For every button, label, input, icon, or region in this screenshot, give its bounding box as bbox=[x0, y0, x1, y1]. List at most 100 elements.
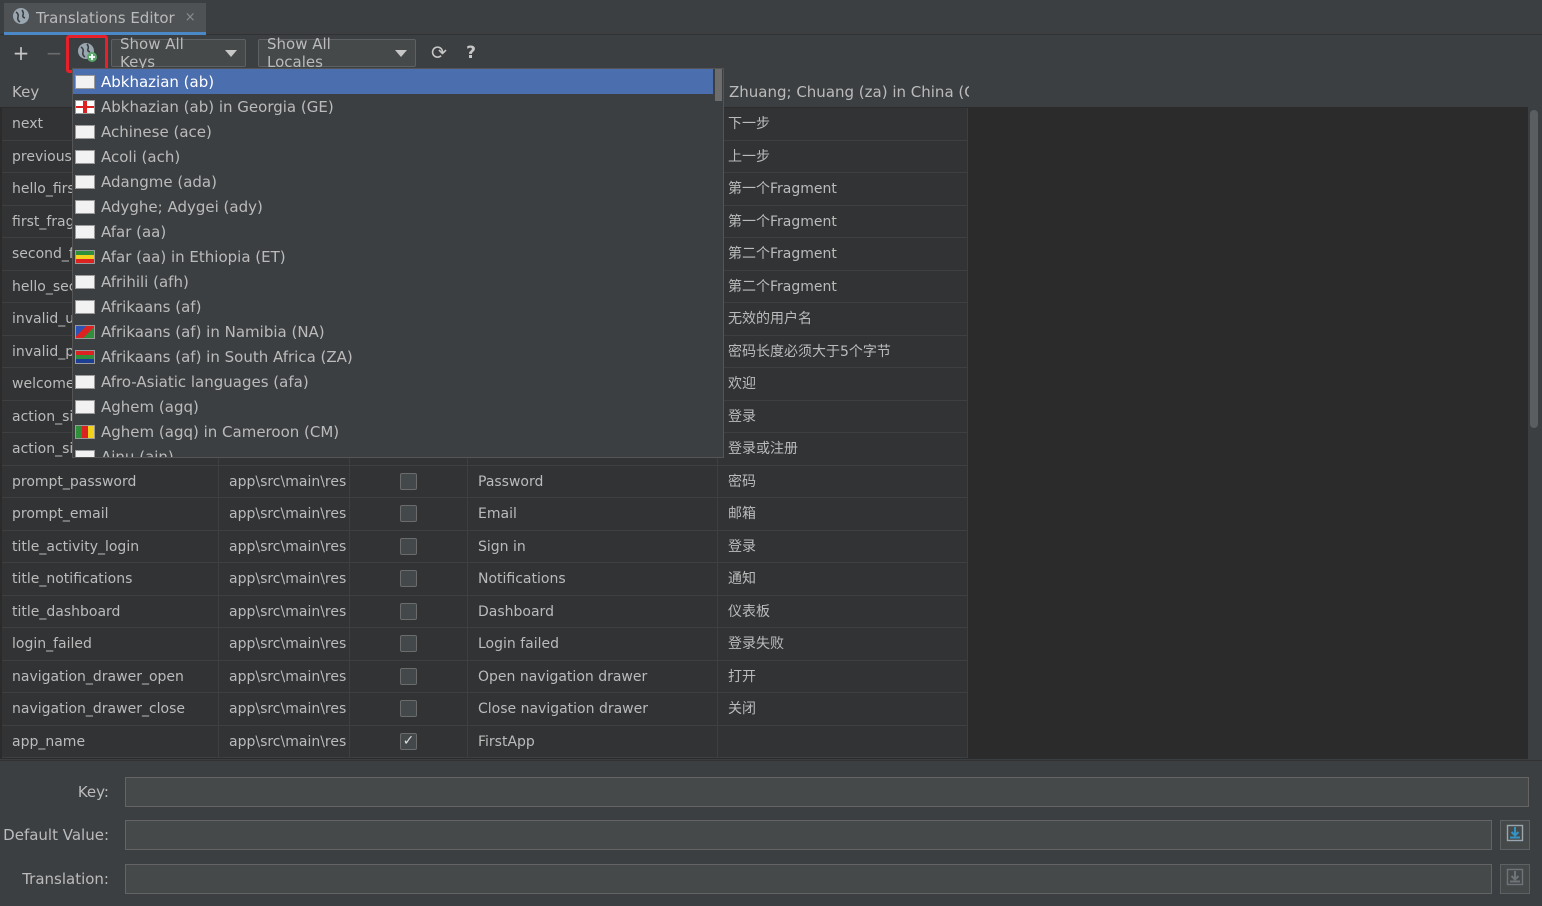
locale-option[interactable]: Afar (aa) bbox=[73, 219, 713, 244]
header-locale-za-cn[interactable]: Zhuang; Chuang (za) in China (C... bbox=[719, 76, 969, 108]
translation-cell[interactable]: 邮箱 bbox=[718, 498, 968, 531]
default-value-cell[interactable]: FirstApp bbox=[468, 725, 718, 758]
resource-cell[interactable]: app\src\main\res bbox=[219, 530, 350, 563]
translation-cell[interactable]: 第二个Fragment bbox=[718, 270, 968, 303]
resource-cell[interactable]: app\src\main\res bbox=[219, 465, 350, 498]
key-cell[interactable]: prompt_email bbox=[2, 498, 219, 531]
translation-cell[interactable]: 通知 bbox=[718, 563, 968, 596]
locale-option[interactable]: Adangme (ada) bbox=[73, 169, 713, 194]
translation-expand-button[interactable] bbox=[1500, 864, 1530, 894]
translation-cell[interactable]: 第一个Fragment bbox=[718, 173, 968, 206]
refresh-button[interactable]: ⟳ bbox=[427, 40, 451, 66]
remove-key-button[interactable]: − bbox=[42, 40, 66, 66]
resource-cell[interactable]: app\src\main\res bbox=[219, 563, 350, 596]
resource-cell[interactable]: app\src\main\res bbox=[219, 725, 350, 758]
table-row[interactable]: title_dashboard app\src\main\res Dashboard… bbox=[0, 595, 968, 628]
translation-cell[interactable]: 第一个Fragment bbox=[718, 205, 968, 238]
untranslatable-cell[interactable] bbox=[350, 563, 468, 596]
untranslatable-cell[interactable] bbox=[350, 530, 468, 563]
untranslatable-checkbox[interactable] bbox=[400, 635, 417, 652]
locale-option[interactable]: Abkhazian (ab) bbox=[73, 69, 713, 94]
locale-option[interactable]: Afrikaans (af) bbox=[73, 294, 713, 319]
translation-cell[interactable]: 登录失败 bbox=[718, 628, 968, 661]
table-scrollbar[interactable] bbox=[1528, 108, 1542, 760]
resource-cell[interactable]: app\src\main\res bbox=[219, 660, 350, 693]
key-field[interactable] bbox=[125, 777, 1529, 807]
untranslatable-cell[interactable] bbox=[350, 465, 468, 498]
locale-option[interactable]: Adyghe; Adygei (ady) bbox=[73, 194, 713, 219]
popup-scrollbar[interactable] bbox=[713, 69, 723, 457]
translation-cell[interactable]: 登录 bbox=[718, 530, 968, 563]
locale-option[interactable]: Afrikaans (af) in Namibia (NA) bbox=[73, 319, 713, 344]
untranslatable-checkbox[interactable] bbox=[400, 700, 417, 717]
translation-cell[interactable]: 关闭 bbox=[718, 693, 968, 726]
locales-filter-dropdown[interactable]: Show All Locales bbox=[258, 35, 416, 71]
translation-cell[interactable]: 仪表板 bbox=[718, 595, 968, 628]
untranslatable-cell[interactable] bbox=[350, 660, 468, 693]
key-cell[interactable]: app_name bbox=[2, 725, 219, 758]
table-row[interactable]: login_failed app\src\main\res Login failed… bbox=[0, 628, 968, 661]
locale-option[interactable]: Achinese (ace) bbox=[73, 119, 713, 144]
untranslatable-checkbox[interactable] bbox=[400, 667, 417, 685]
key-cell[interactable]: navigation_drawer_open bbox=[2, 660, 219, 693]
untranslatable-checkbox[interactable] bbox=[400, 602, 417, 620]
table-row[interactable]: navigation_drawer_close app\src\main\res C… bbox=[0, 693, 968, 726]
translation-cell[interactable]: 无效的用户名 bbox=[718, 303, 968, 336]
locale-option[interactable]: Aghem (agq) in Cameroon (CM) bbox=[73, 419, 713, 444]
translation-cell[interactable]: 上一步 bbox=[718, 140, 968, 173]
untranslatable-cell[interactable] bbox=[350, 595, 468, 628]
key-cell[interactable]: title_notifications bbox=[2, 563, 219, 596]
locale-option[interactable]: Afrikaans (af) in South Africa (ZA) bbox=[73, 344, 713, 369]
table-row[interactable]: prompt_email app\src\main\res Email 邮箱 bbox=[0, 498, 968, 531]
untranslatable-checkbox[interactable] bbox=[400, 505, 417, 522]
add-key-button[interactable]: + bbox=[9, 40, 33, 66]
tab-translations-editor[interactable]: Translations Editor × bbox=[4, 3, 206, 35]
translation-cell[interactable]: 登录或注册 bbox=[718, 433, 968, 466]
default-value-cell[interactable]: Close navigation drawer bbox=[468, 693, 718, 726]
table-row[interactable]: title_activity_login app\src\main\res Sign… bbox=[0, 530, 968, 563]
default-value-cell[interactable]: Email bbox=[468, 498, 718, 531]
scrollbar-thumb[interactable] bbox=[1530, 110, 1538, 428]
translation-cell[interactable]: 下一步 bbox=[718, 108, 968, 141]
untranslatable-checkbox[interactable] bbox=[400, 537, 417, 555]
table-row[interactable]: navigation_drawer_open app\src\main\res Op… bbox=[0, 660, 968, 693]
table-row[interactable]: app_name app\src\main\res ✓ FirstApp bbox=[0, 725, 968, 758]
untranslatable-cell[interactable] bbox=[350, 693, 468, 726]
untranslatable-checkbox[interactable] bbox=[400, 570, 417, 587]
resource-cell[interactable]: app\src\main\res bbox=[219, 693, 350, 726]
resource-cell[interactable]: app\src\main\res bbox=[219, 628, 350, 661]
close-icon[interactable]: × bbox=[185, 10, 196, 25]
untranslatable-checkbox[interactable] bbox=[400, 472, 417, 490]
locale-option[interactable]: Abkhazian (ab) in Georgia (GE) bbox=[73, 94, 713, 119]
key-cell[interactable]: prompt_password bbox=[2, 465, 219, 498]
key-cell[interactable]: title_activity_login bbox=[2, 530, 219, 563]
translation-field[interactable] bbox=[125, 864, 1492, 894]
locale-option[interactable]: Afar (aa) in Ethiopia (ET) bbox=[73, 244, 713, 269]
translation-cell[interactable] bbox=[718, 725, 968, 758]
untranslatable-cell[interactable]: ✓ bbox=[350, 725, 468, 758]
default-value-cell[interactable]: Notifications bbox=[468, 563, 718, 596]
locale-option[interactable]: Aghem (agq) bbox=[73, 394, 713, 419]
resource-cell[interactable]: app\src\main\res bbox=[219, 498, 350, 531]
default-value-cell[interactable]: Dashboard bbox=[468, 595, 718, 628]
table-row[interactable]: title_notifications app\src\main\res Notif… bbox=[0, 563, 968, 596]
translation-cell[interactable]: 登录 bbox=[718, 400, 968, 433]
default-value-cell[interactable]: Sign in bbox=[468, 530, 718, 563]
untranslatable-cell[interactable] bbox=[350, 628, 468, 661]
key-cell[interactable]: title_dashboard bbox=[2, 595, 219, 628]
translation-cell[interactable]: 欢迎 bbox=[718, 368, 968, 401]
default-value-field[interactable] bbox=[125, 820, 1492, 850]
locale-option[interactable]: Afro-Asiatic languages (afa) bbox=[73, 369, 713, 394]
translation-cell[interactable]: 密码长度必须大于5个字节 bbox=[718, 335, 968, 368]
translation-cell[interactable]: 第二个Fragment bbox=[718, 238, 968, 271]
locale-option[interactable]: Acoli (ach) bbox=[73, 144, 713, 169]
translation-cell[interactable]: 打开 bbox=[718, 660, 968, 693]
popup-scrollbar-thumb[interactable] bbox=[715, 69, 722, 101]
translation-cell[interactable]: 密码 bbox=[718, 465, 968, 498]
locale-option[interactable]: Ainu (ain) bbox=[73, 444, 713, 457]
locale-option[interactable]: Afrihili (afh) bbox=[73, 269, 713, 294]
table-row[interactable]: prompt_password app\src\main\res Password 密… bbox=[0, 465, 968, 498]
key-cell[interactable]: navigation_drawer_close bbox=[2, 693, 219, 726]
default-value-expand-button[interactable] bbox=[1500, 820, 1530, 850]
default-value-cell[interactable]: Open navigation drawer bbox=[468, 660, 718, 693]
